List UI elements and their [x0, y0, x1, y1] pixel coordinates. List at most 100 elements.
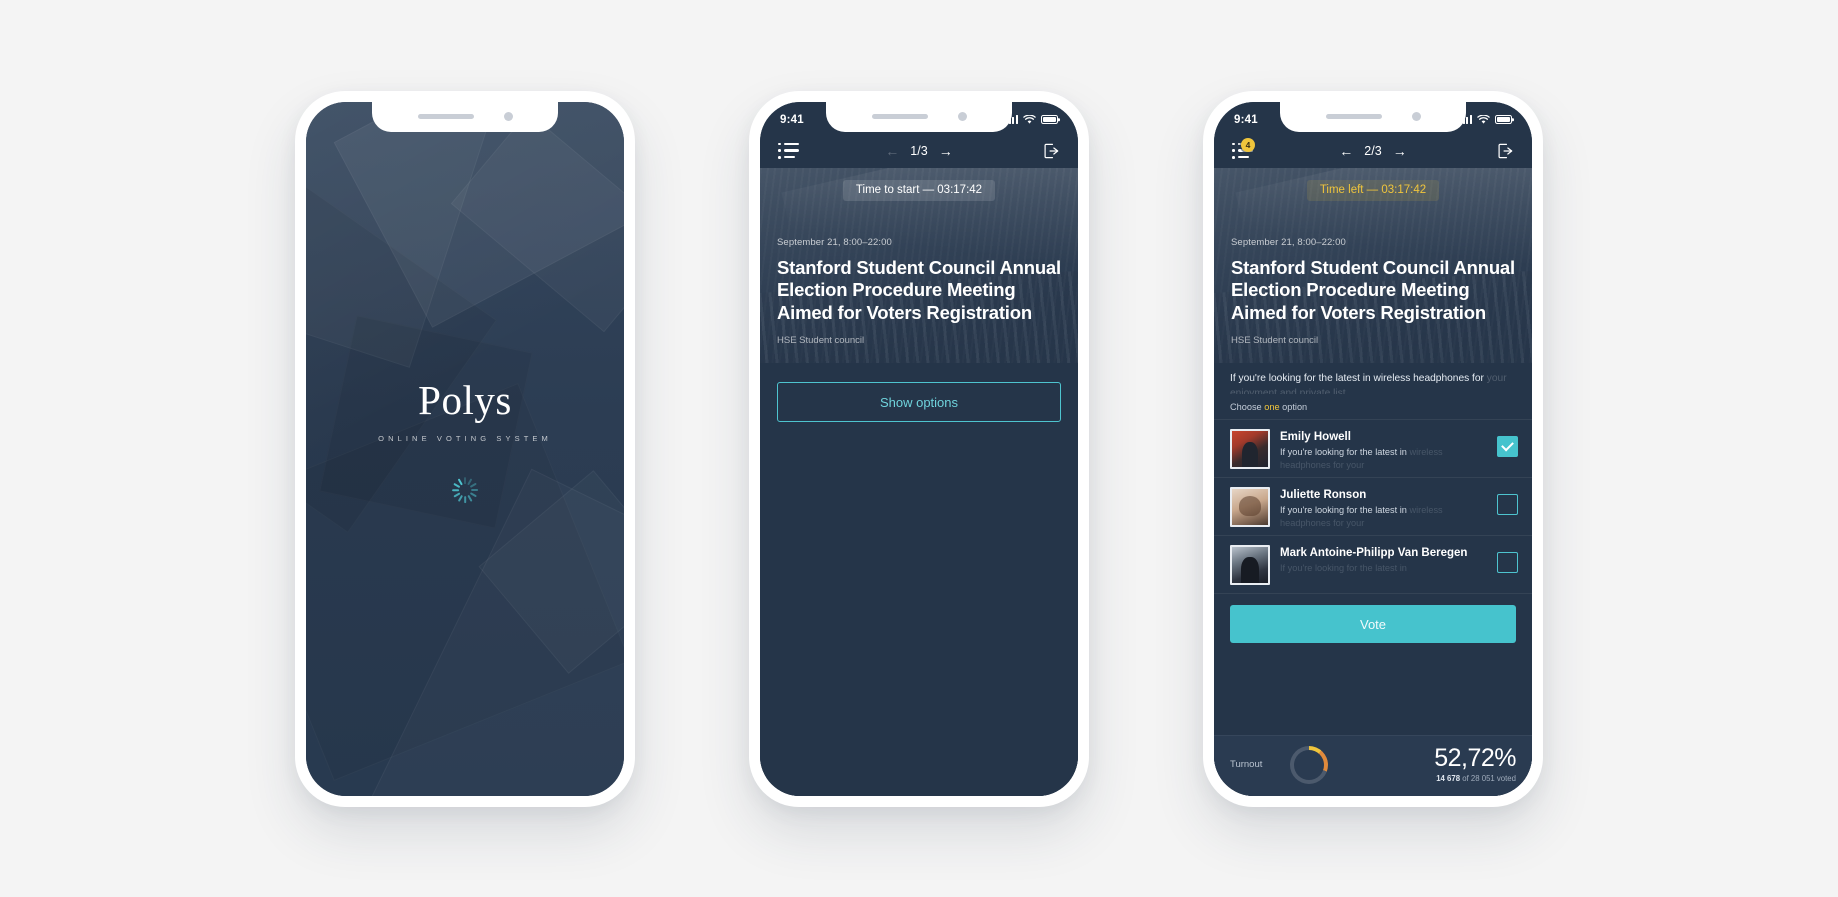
show-options-button[interactable]: Show options	[777, 382, 1061, 423]
vote-button[interactable]: Vote	[1230, 605, 1516, 644]
earpiece-speaker	[417, 114, 474, 119]
event-date: September 21, 8:00–22:00	[1231, 236, 1346, 248]
next-page-arrow-icon[interactable]: →	[1393, 144, 1407, 158]
logout-icon[interactable]	[1497, 143, 1514, 159]
turnout-values: 52,72% 14 678 of 28 051 voted	[1434, 744, 1516, 784]
event-title: Stanford Student Council Annual Election…	[777, 256, 1061, 324]
option-text: Mark Antoine-Philipp Van Beregen If you'…	[1280, 545, 1487, 575]
nav-bar: 4 ← 2/3 →	[1214, 134, 1532, 168]
option-name: Mark Antoine-Philipp Van Beregen	[1280, 547, 1468, 560]
option-name: Juliette Ronson	[1280, 489, 1367, 502]
option-checkbox[interactable]	[1497, 436, 1518, 458]
option-description: If you're looking for the latest in wire…	[1280, 446, 1487, 471]
option-text: Emily Howell If you're looking for the l…	[1280, 429, 1487, 471]
option-checkbox[interactable]	[1497, 494, 1518, 516]
event-organization: HSE Student council	[777, 335, 865, 347]
event-text-block: September 21, 8:00–22:00 Stanford Studen…	[777, 201, 1061, 347]
question-description-line1: If you're looking for the latest in wire…	[1230, 373, 1484, 385]
option-desc-line1: If you're looking for the latest in	[1280, 447, 1407, 458]
status-indicators	[1459, 111, 1512, 125]
phone-ballot: 9:41 4 ← 2/3 → Time left — 03:17:42 Sept…	[1203, 90, 1543, 807]
earpiece-speaker	[1325, 114, 1382, 119]
event-organization: HSE Student council	[1231, 335, 1319, 347]
phone-splash-screen: Polys ONLINE VOTING SYSTEM	[306, 101, 624, 796]
turnout-detail: 14 678 of 28 051 voted	[1434, 774, 1516, 783]
choose-instruction: Choose one option	[1214, 394, 1532, 421]
countdown-container: Time left — 03:17:42	[1231, 168, 1515, 201]
ballot-body: If you're looking for the latest in wire…	[1214, 363, 1532, 796]
option-description: If you're looking for the latest in wire…	[1280, 504, 1487, 529]
wifi-icon	[1023, 114, 1036, 124]
options-list: Emily Howell If you're looking for the l…	[1214, 420, 1532, 595]
question-description: If you're looking for the latest in wire…	[1214, 363, 1532, 394]
spinner-icon	[452, 476, 478, 503]
device-notch	[826, 101, 1012, 132]
option-desc-line1: If you're looking for the latest in	[1280, 505, 1407, 516]
battery-icon	[1495, 115, 1512, 124]
device-notch	[1280, 101, 1466, 132]
countdown-badge: Time left — 03:17:42	[1306, 179, 1440, 201]
phone-ballot-screen: 9:41 4 ← 2/3 → Time left — 03:17:42 Sept…	[1214, 101, 1532, 796]
candidate-photo-mark	[1230, 545, 1270, 586]
next-page-arrow-icon[interactable]: →	[939, 144, 953, 158]
status-clock: 9:41	[1234, 113, 1258, 126]
option-checkbox[interactable]	[1497, 552, 1518, 574]
countdown-badge: Time to start — 03:17:42	[842, 179, 996, 201]
page-indicator: 1/3	[910, 143, 928, 158]
list-item[interactable]: Mark Antoine-Philipp Van Beregen If you'…	[1214, 536, 1532, 595]
list-menu-icon[interactable]	[778, 142, 800, 159]
event-hero: Time to start — 03:17:42 September 21, 8…	[760, 167, 1078, 364]
logout-icon[interactable]	[1043, 143, 1060, 159]
candidate-photo-juliette	[1230, 487, 1270, 528]
turnout-panel: Turnout 52,72% 14 678 of 28 051 voted	[1214, 734, 1532, 796]
earpiece-speaker	[871, 114, 928, 119]
choose-prefix: Choose	[1230, 402, 1265, 413]
front-camera	[1411, 112, 1421, 121]
option-desc-line1: If you're looking for the latest in	[1280, 563, 1407, 574]
turnout-count: 14 678	[1436, 774, 1461, 783]
prev-page-arrow-icon[interactable]: ←	[1339, 144, 1353, 158]
list-menu-icon[interactable]: 4	[1232, 137, 1255, 159]
front-camera	[957, 112, 967, 121]
status-indicators	[1005, 111, 1058, 125]
event-text-block: September 21, 8:00–22:00 Stanford Studen…	[1231, 201, 1515, 347]
app-screen-ballot: 9:41 4 ← 2/3 → Time left — 03:17:42 Sept…	[1214, 101, 1532, 796]
list-item[interactable]: Emily Howell If you're looking for the l…	[1214, 420, 1532, 479]
choose-suffix: option	[1279, 402, 1308, 413]
app-logo: Polys	[418, 376, 512, 423]
turnout-rest: of 28 051 voted	[1460, 774, 1516, 783]
prev-page-arrow-icon[interactable]: ←	[885, 144, 899, 158]
phone-event-intro: 9:41 ← 1/3 → Time to start — 03:17:42 Se…	[749, 90, 1089, 807]
phone-mockups-stage: Polys ONLINE VOTING SYSTEM 9:41 ← 1/3 → …	[0, 0, 1838, 897]
turnout-label: Turnout	[1230, 759, 1263, 770]
countdown-container: Time to start — 03:17:42	[777, 168, 1061, 201]
status-clock: 9:41	[780, 113, 804, 126]
event-hero: Time left — 03:17:42 September 21, 8:00–…	[1214, 167, 1532, 364]
page-indicator: 2/3	[1364, 143, 1382, 158]
battery-icon	[1041, 115, 1058, 124]
nav-bar: ← 1/3 →	[760, 134, 1078, 168]
front-camera	[503, 112, 513, 121]
device-notch	[372, 101, 558, 132]
menu-notification-badge: 4	[1241, 137, 1255, 152]
app-tagline: ONLINE VOTING SYSTEM	[378, 433, 552, 443]
option-text: Juliette Ronson If you're looking for th…	[1280, 487, 1487, 529]
splash-brand-block: Polys ONLINE VOTING SYSTEM	[306, 376, 624, 503]
wifi-icon	[1477, 114, 1490, 124]
intro-body: Show options	[760, 363, 1078, 796]
choose-highlight: one	[1264, 402, 1280, 413]
event-title: Stanford Student Council Annual Election…	[1231, 256, 1515, 324]
app-screen-intro: 9:41 ← 1/3 → Time to start — 03:17:42 Se…	[760, 101, 1078, 796]
vote-button-container: Vote	[1214, 594, 1532, 655]
phone-event-intro-screen: 9:41 ← 1/3 → Time to start — 03:17:42 Se…	[760, 101, 1078, 796]
page-navigator: ← 2/3 →	[1339, 144, 1406, 158]
phone-splash: Polys ONLINE VOTING SYSTEM	[295, 90, 635, 807]
candidate-photo-emily	[1230, 429, 1270, 470]
list-item[interactable]: Juliette Ronson If you're looking for th…	[1214, 478, 1532, 537]
splash-background: Polys ONLINE VOTING SYSTEM	[306, 101, 624, 796]
event-date: September 21, 8:00–22:00	[777, 236, 892, 248]
option-description: If you're looking for the latest in	[1280, 562, 1487, 575]
option-name: Emily Howell	[1280, 431, 1351, 444]
turnout-percent: 52,72%	[1434, 744, 1516, 772]
page-navigator: ← 1/3 →	[885, 144, 952, 158]
